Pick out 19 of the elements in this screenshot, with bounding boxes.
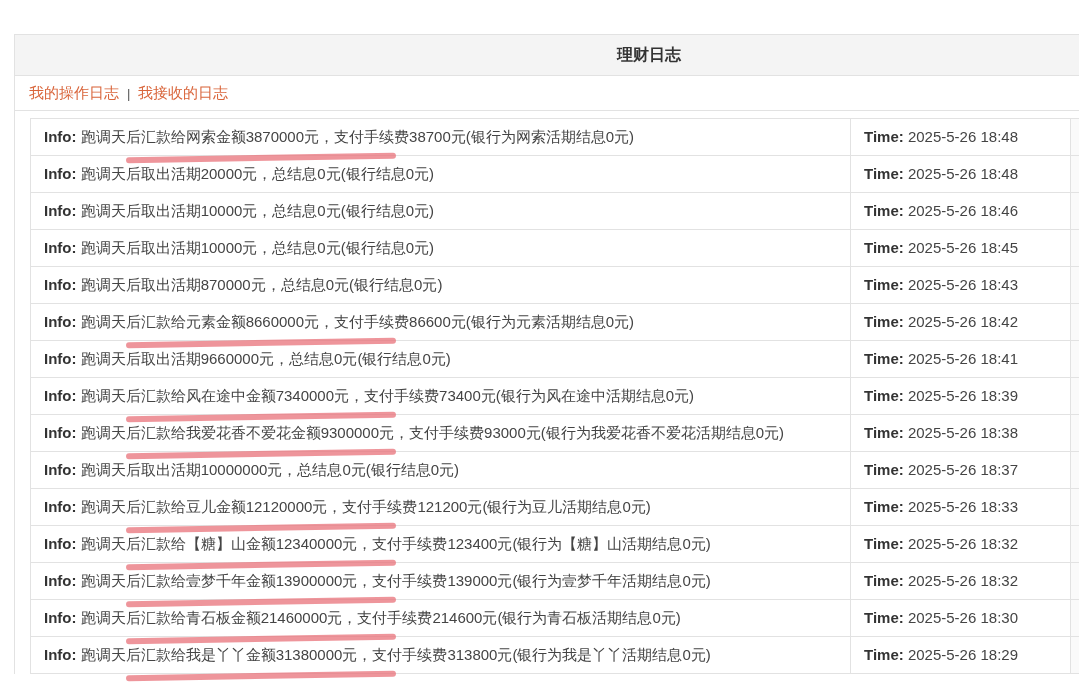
info-cell: Info: 跑调天后汇款给壹梦千年金额13900000元，支付手续费139000元(银行为壹梦千年活期结息0元) [31, 563, 851, 600]
info-cell: Info: 跑调天后汇款给我是丫丫金额31380000元，支付手续费313800元(银行为我是丫丫活期结息0元) [31, 637, 851, 674]
log-link[interactable]: 我的操作日志 [29, 83, 119, 103]
info-cell: Info: 跑调天后取出活期870000元，总结息0元(银行结息0元) [31, 267, 851, 304]
info-cell: Info: 跑调天后取出活期9660000元，总结息0元(银行结息0元) [31, 341, 851, 378]
info-cell: Info: 跑调天后汇款给网索金额3870000元，支付手续费38700元(银行为网索活期结息0元) [31, 119, 851, 156]
info-cell: Info: 跑调天后取出活期10000元，总结息0元(银行结息0元) [31, 230, 851, 267]
log-link[interactable]: 我接收的日志 [138, 83, 229, 103]
info-cell: Info: 跑调天后取出活期10000000元，总结息0元(银行结息0元) [31, 452, 851, 489]
panel-title: 理财日志 [617, 44, 681, 65]
link-separator: | [127, 85, 131, 101]
info-cell: Info: 跑调天后汇款给【糖】山金额12340000元，支付手续费123400元(银行为【糖】山活期结息0元) [31, 526, 851, 563]
info-cell: Info: 跑调天后取出活期20000元，总结息0元(银行结息0元) [31, 156, 851, 193]
info-cell: Info: 跑调天后汇款给元素金额8660000元，支付手续费86600元(银行为元素活期结息0元) [31, 304, 851, 341]
info-cell: Info: 跑调天后汇款给风在途中金额7340000元，支付手续费73400元(银行为风在途中活期结息0元) [31, 378, 851, 415]
info-cell: Info: 跑调天后取出活期10000元，总结息0元(银行结息0元) [31, 193, 851, 230]
info-cell: Info: 跑调天后汇款给豆儿金额12120000元，支付手续费121200元(银行为豆儿活期结息0元) [31, 489, 851, 526]
info-cell: Info: 跑调天后汇款给青石板金额21460000元，支付手续费214600元(银行为青石板活期结息0元) [31, 600, 851, 637]
info-cell: Info: 跑调天后汇款给我爱花香不爱花金额9300000元，支付手续费93000元(银行为我爱花香不爱花活期结息0元) [31, 415, 851, 452]
